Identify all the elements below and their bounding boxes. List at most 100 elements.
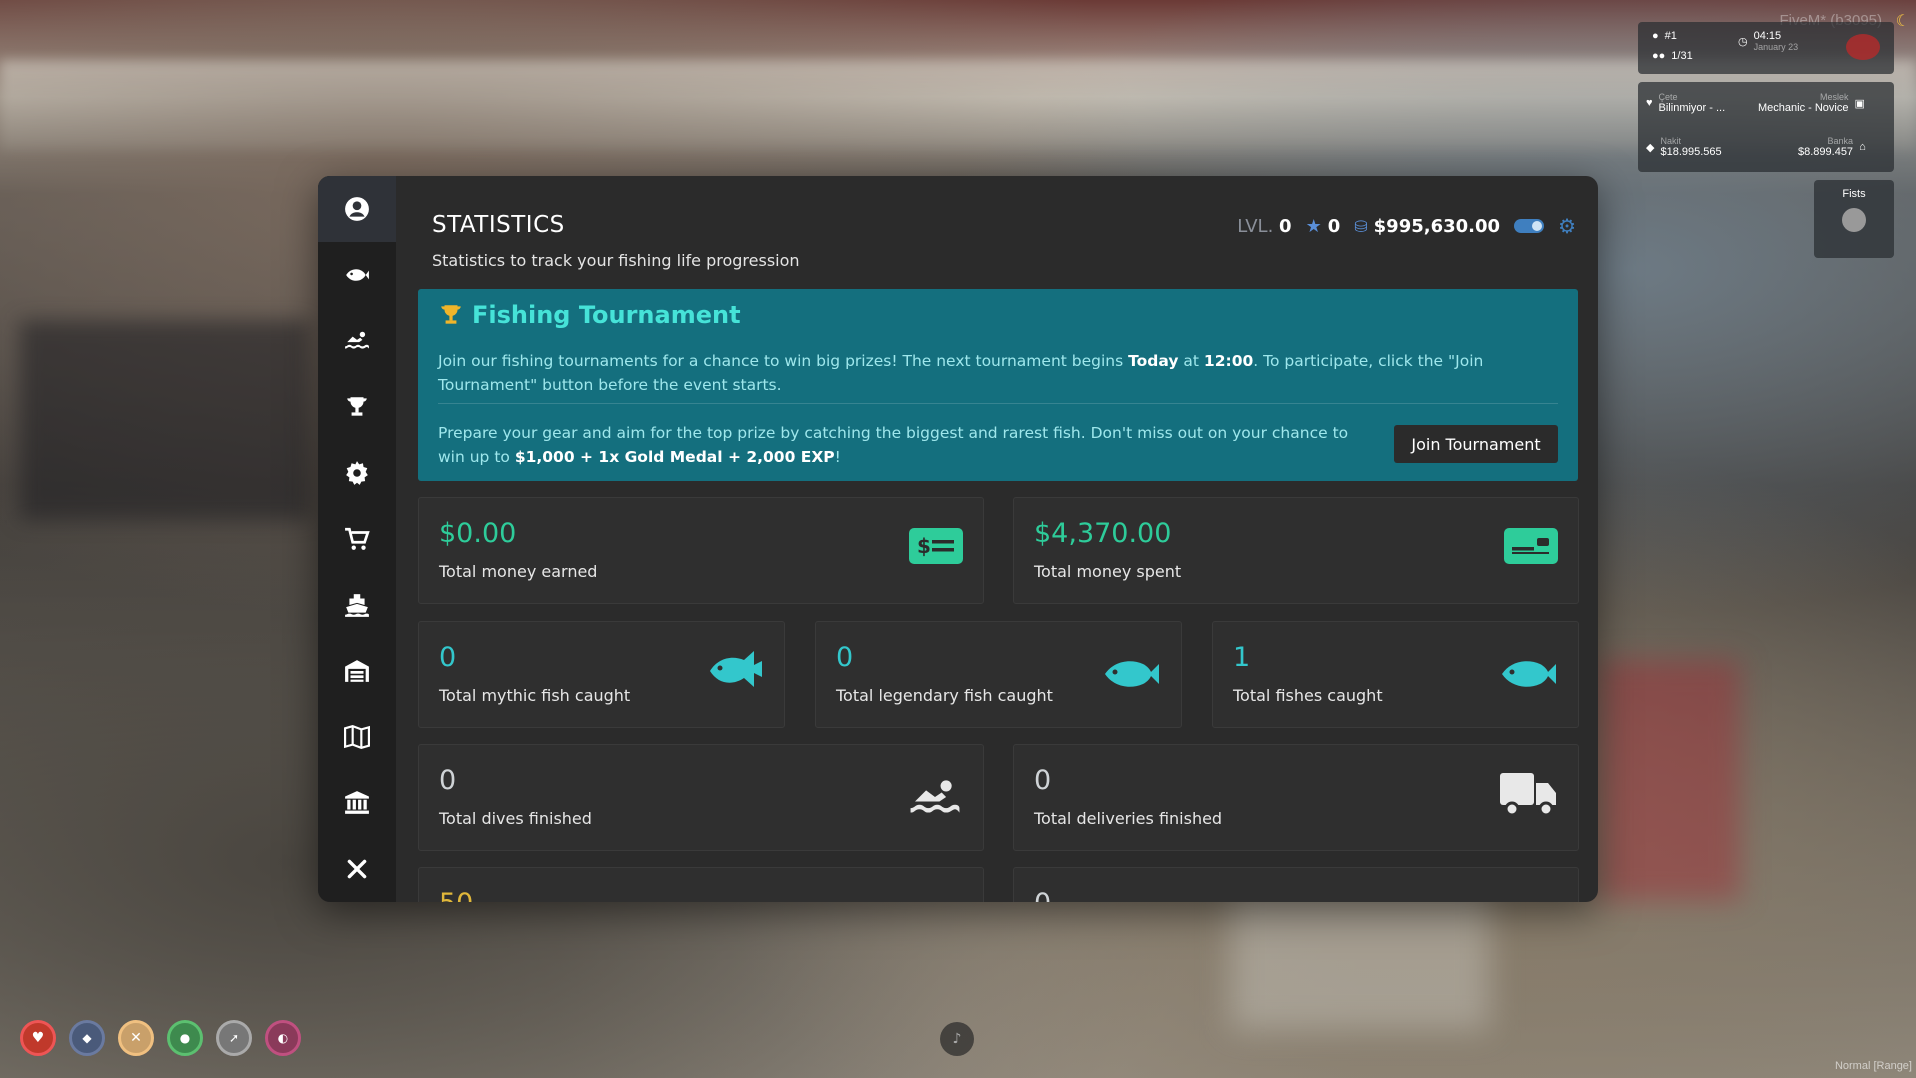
credit-card-icon (1504, 528, 1558, 564)
background-shape (20, 320, 310, 520)
sidebar-item-profile[interactable] (318, 176, 396, 242)
stat-card-money-earned: $0.00 Total money earned $ (418, 497, 984, 604)
users-icon: ●● (1652, 50, 1666, 62)
hud-weapon-card: Fists (1814, 180, 1894, 258)
partial-right-value: 0 (1034, 888, 1051, 902)
stat-card-mythic: 0 Total mythic fish caught (418, 621, 785, 728)
tournament-prize: $1,000 + 1x Gold Medal + 2,000 EXP (514, 448, 835, 466)
swimmer-icon (910, 780, 960, 813)
money-earned-label: Total money earned (439, 562, 598, 581)
stress-icon: ◐ (265, 1020, 301, 1056)
tournament-banner: Fishing Tournament Join our fishing tour… (418, 289, 1578, 481)
gang-value: Bilinmiyor - ... (1658, 102, 1726, 114)
truck-icon (1500, 773, 1556, 817)
join-tournament-button[interactable]: Join Tournament (1394, 425, 1558, 463)
trophy-icon (347, 397, 367, 416)
briefcase-icon: ▣ (1854, 97, 1865, 110)
fish-icon (346, 269, 369, 281)
header-stats: LVL. 0 ★ 0 ⛁ $995,630.00 ⚙ (1237, 214, 1576, 238)
sidebar-item-fish[interactable] (318, 242, 396, 308)
sidebar-item-storage[interactable] (318, 638, 396, 704)
sidebar-item-tournament[interactable] (318, 374, 396, 440)
coins-icon: ⛁ (1354, 216, 1368, 236)
fish-icon (1502, 661, 1556, 687)
theme-toggle[interactable] (1514, 219, 1545, 233)
background-shape (1600, 660, 1740, 900)
stamina-icon: ➚ (216, 1020, 252, 1056)
deliveries-label: Total deliveries finished (1034, 809, 1223, 828)
statistics-content: STATISTICS Statistics to track your fish… (396, 176, 1598, 902)
clock-icon: ◷ (1738, 35, 1748, 48)
mythic-value: 0 (439, 642, 457, 673)
tournament-text: Join our fishing tournaments for a chanc… (438, 352, 1129, 370)
legendary-label: Total legendary fish caught (836, 686, 1053, 705)
hud-time: 04:15 (1753, 30, 1782, 42)
fist-icon (1842, 208, 1866, 232)
gang-icon: ♥ (1646, 97, 1653, 109)
background-shape (1230, 880, 1490, 1030)
stat-card-dives: 0 Total dives finished (418, 744, 984, 851)
partial-left-value: 50 (439, 888, 473, 902)
moon-icon: ☾ (1895, 11, 1910, 30)
job-value: Mechanic - Novice (1758, 102, 1849, 114)
fishing-panel: STATISTICS Statistics to track your fish… (318, 176, 1598, 902)
hud-date: January 23 (1753, 42, 1799, 52)
money-earned-value: $0.00 (439, 518, 517, 549)
banner-divider (438, 403, 1558, 404)
thirst-icon: ● (167, 1020, 203, 1056)
status-bar: ♥ ◆ ✕ ● ➚ ◐ (20, 1020, 301, 1056)
tournament-time: 12:00 (1203, 352, 1254, 370)
dives-value: 0 (439, 765, 457, 796)
stat-card-deliveries: 0 Total deliveries finished (1013, 744, 1579, 851)
sidebar (318, 176, 396, 902)
level-display: LVL. 0 (1237, 216, 1291, 237)
health-icon: ♥ (20, 1020, 56, 1056)
sidebar-item-bank[interactable] (318, 770, 396, 836)
bank-label: Banka (1827, 136, 1854, 146)
tournament-text: ! (834, 448, 841, 466)
mythic-label: Total mythic fish caught (439, 686, 631, 705)
tournament-text: at (1178, 352, 1204, 370)
legendary-fish-icon (1105, 661, 1159, 687)
hunger-icon: ✕ (118, 1020, 154, 1056)
money-spent-label: Total money spent (1034, 562, 1182, 581)
player-id: #1 (1664, 30, 1677, 42)
sidebar-item-diving[interactable] (318, 308, 396, 374)
bank-value: $8.899.457 (1798, 146, 1854, 158)
sidebar-item-map[interactable] (318, 704, 396, 770)
weapon-label: Fists (1842, 188, 1866, 200)
stat-card-fishes: 1 Total fishes caught (1212, 621, 1579, 728)
warehouse-icon (345, 660, 369, 682)
level-value: 0 (1279, 215, 1292, 237)
tournament-day: Today (1128, 352, 1179, 370)
map-icon (344, 725, 370, 749)
user-circle-icon (345, 197, 369, 221)
stat-card-money-spent: $4,370.00 Total money spent (1013, 497, 1579, 604)
stars-display: ★ 0 (1306, 216, 1341, 237)
svg-text:$: $ (917, 534, 931, 558)
sidebar-item-boats[interactable] (318, 572, 396, 638)
server-logo-icon (1846, 34, 1880, 60)
page-title: STATISTICS (432, 212, 565, 238)
fishes-label: Total fishes caught (1233, 686, 1383, 705)
cart-icon (345, 527, 370, 550)
deliveries-value: 0 (1034, 765, 1052, 796)
tournament-title-text: Fishing Tournament (472, 301, 741, 329)
tournament-prize-description: Prepare your gear and aim for the top pr… (438, 421, 1368, 469)
money-value: $995,630.00 (1373, 215, 1501, 237)
gang-label: Çete (1658, 92, 1678, 102)
sidebar-item-close[interactable] (318, 836, 396, 902)
job-label: Meslek (1819, 92, 1849, 102)
sidebar-item-shop[interactable] (318, 506, 396, 572)
legendary-value: 0 (836, 642, 854, 673)
hud-info-card: ♥ Çete Bilinmiyor - ... Meslek Mechanic … (1638, 82, 1894, 172)
sidebar-item-settings[interactable] (318, 440, 396, 506)
stat-card-partial-right: 0 (1013, 867, 1579, 902)
settings-gear-icon[interactable]: ⚙ (1558, 214, 1576, 238)
microphone-icon: ♪ (940, 1022, 974, 1056)
stars-value: 0 (1327, 215, 1341, 237)
money-spent-value: $4,370.00 (1034, 518, 1172, 549)
tournament-description: Join our fishing tournaments for a chanc… (438, 349, 1548, 397)
armor-icon: ◆ (69, 1020, 105, 1056)
voice-mode: Normal [Range] (1834, 1060, 1912, 1072)
